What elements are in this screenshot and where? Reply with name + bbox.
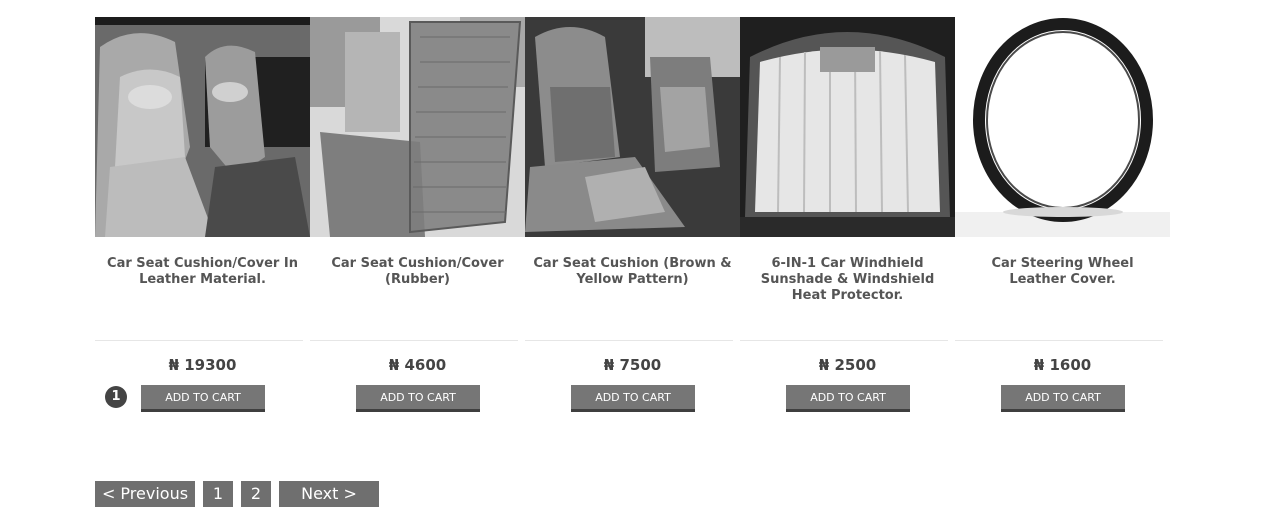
product-price: ₦ 1600 [1033,356,1092,374]
product-price: ₦ 7500 [603,356,662,374]
product-price: ₦ 4600 [388,356,447,374]
page-2-button[interactable]: 2 [241,481,271,507]
divider [525,340,733,341]
divider [95,340,303,341]
add-to-cart-button[interactable]: ADD TO CART [571,385,695,412]
product-card: Car Seat Cushion/Cover In Leather Materi… [95,17,310,417]
product-image[interactable] [740,17,955,237]
product-title[interactable]: Car Seat Cushion/Cover In Leather Materi… [101,256,304,288]
next-page-button[interactable]: Next > [279,481,379,507]
add-to-cart-button[interactable]: ADD TO CART [1001,385,1125,412]
product-grid: Car Seat Cushion/Cover In Leather Materi… [95,17,1172,417]
add-to-cart-button[interactable]: ADD TO CART [786,385,910,412]
product-title[interactable]: 6-IN-1 Car Windhield Sunshade & Windshie… [746,256,949,304]
product-price: ₦ 2500 [818,356,877,374]
product-image[interactable] [310,17,525,237]
previous-page-button[interactable]: < Previous [95,481,195,507]
product-image[interactable] [525,17,740,237]
cart-count-badge: 1 [105,386,127,408]
product-card: Car Steering Wheel Leather Cover. ₦ 1600… [955,17,1170,417]
product-card: 6-IN-1 Car Windhield Sunshade & Windshie… [740,17,955,417]
product-card: Car Seat Cushion/Cover (Rubber) ₦ 4600 A… [310,17,525,417]
product-title[interactable]: Car Seat Cushion (Brown & Yellow Pattern… [531,256,734,288]
product-price: ₦ 19300 [168,356,237,374]
product-card: Car Seat Cushion (Brown & Yellow Pattern… [525,17,740,417]
product-image[interactable] [95,17,310,237]
add-to-cart-button[interactable]: ADD TO CART [356,385,480,412]
divider [955,340,1163,341]
product-image[interactable] [955,17,1170,237]
product-title[interactable]: Car Steering Wheel Leather Cover. [961,256,1164,288]
add-to-cart-button[interactable]: ADD TO CART [141,385,265,412]
divider [310,340,518,341]
divider [740,340,948,341]
page-1-button[interactable]: 1 [203,481,233,507]
product-title[interactable]: Car Seat Cushion/Cover (Rubber) [316,256,519,288]
